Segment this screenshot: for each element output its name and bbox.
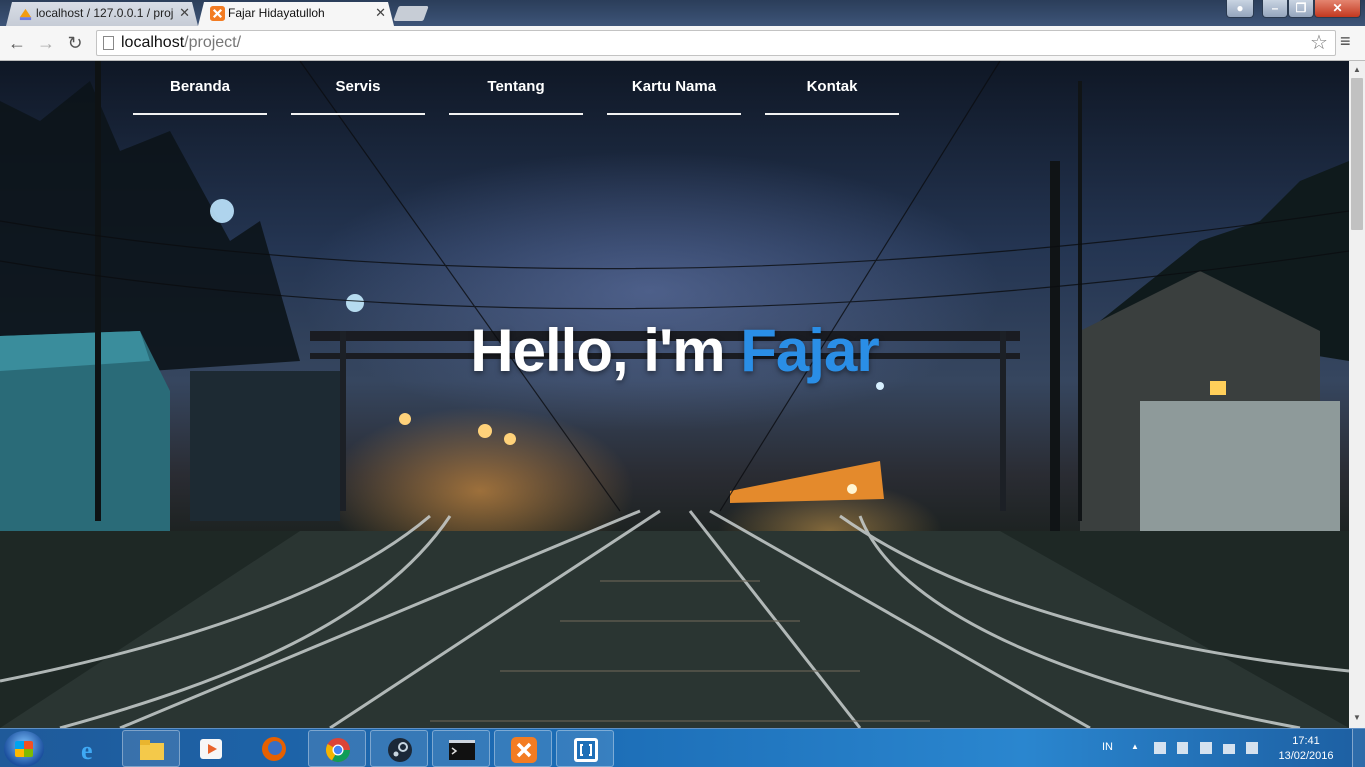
xampp-icon [210,6,225,21]
browser-titlebar: localhost / 127.0.0.1 / proj ✕ Fajar Hid… [0,0,1365,26]
svg-text:e: e [81,736,93,763]
hero-heading: Hello, i'm Fajar [0,316,1349,385]
reload-icon: ↻ [67,33,83,53]
taskbar-app-media[interactable] [182,730,240,767]
steam-icon [388,738,412,762]
nav-servis[interactable]: Servis [291,73,425,115]
chrome-menu-icon[interactable]: ≡ [1340,31,1351,52]
url-path: /project/ [184,34,242,51]
taskbar-app-ie[interactable]: e [62,730,120,767]
scroll-up-icon[interactable]: ▲ [1353,65,1361,74]
language-indicator[interactable]: IN [1102,741,1113,753]
forward-arrow-icon: → [37,33,55,53]
maximize-icon: ❐ [1295,1,1307,15]
taskbar-app-xampp[interactable] [494,730,552,767]
nav-tentang[interactable]: Tentang [449,73,583,115]
chrome-icon [325,738,350,763]
back-button[interactable]: ← [5,32,29,54]
clock-time: 17:41 [1292,735,1320,747]
site-nav: Beranda Servis Tentang Kartu Nama Kontak [133,73,899,115]
scroll-down-icon[interactable]: ▼ [1353,713,1361,722]
user-icon: ● [1236,1,1244,15]
close-icon: ✕ [1332,1,1343,15]
nav-beranda[interactable]: Beranda [133,73,267,115]
hero-prefix: Hello, i'm [470,317,741,384]
device-icon[interactable] [1200,742,1212,754]
browser-toolbar: ← → ↻ localhost/project/ ☆ ≡ [0,26,1365,61]
hero-name: Fajar [740,317,879,384]
file-explorer-icon [140,740,164,760]
taskbar-clock[interactable]: 17:41 13/02/2016 [1278,734,1334,764]
tab-title: localhost / 127.0.0.1 / proj [36,6,174,20]
tab-fajar[interactable]: Fajar Hidayatulloh ✕ [198,2,394,26]
new-tab-button[interactable] [393,6,429,21]
address-bar[interactable]: localhost/project/ [96,30,1336,56]
minimize-icon: – [1271,1,1279,15]
page-icon [103,36,114,50]
windows-logo-icon [15,741,33,757]
taskbar-app-brackets[interactable] [556,730,614,767]
minimize-button[interactable]: – [1262,0,1288,18]
firefox-icon [262,737,286,761]
page-viewport: Beranda Servis Tentang Kartu Nama Kontak… [0,61,1349,728]
tab-phpmyadmin[interactable]: localhost / 127.0.0.1 / proj ✕ [6,2,198,26]
show-desktop-button[interactable] [1352,729,1365,767]
profile-button[interactable]: ● [1226,0,1254,18]
page-scrollbar[interactable]: ▲ ▼ [1349,61,1365,728]
back-arrow-icon: ← [8,33,26,53]
scroll-thumb[interactable] [1351,78,1363,230]
forward-button[interactable]: → [34,32,58,54]
bookmark-star-icon[interactable]: ☆ [1310,30,1328,55]
action-center-flag-icon[interactable] [1177,742,1188,754]
nav-kontak[interactable]: Kontak [765,73,899,115]
media-player-icon [200,739,222,759]
network-signal-icon[interactable] [1223,744,1235,754]
show-hidden-icons-icon[interactable]: ▲ [1131,742,1139,751]
windows-icon[interactable] [1154,742,1166,754]
reload-button[interactable]: ↻ [63,32,87,54]
tab-close-icon[interactable]: ✕ [179,2,190,24]
cmd-icon [449,740,475,760]
url-host: localhost [121,34,185,51]
taskbar-app-steam[interactable] [370,730,428,767]
xampp-icon [511,737,537,763]
maximize-button[interactable]: ❐ [1288,0,1314,18]
windows-taskbar: e IN ▲ 17:41 13/02/2016 [0,728,1365,767]
background-photo [0,61,1349,728]
brackets-icon [574,738,598,762]
start-button[interactable] [4,731,44,767]
close-window-button[interactable]: ✕ [1314,0,1361,18]
tab-title: Fajar Hidayatulloh [228,6,325,20]
phpmyadmin-icon [18,6,33,21]
ie-icon: e [81,736,93,763]
tab-close-icon[interactable]: ✕ [375,2,386,24]
nav-kartu-nama[interactable]: Kartu Nama [607,73,741,115]
taskbar-app-chrome[interactable] [308,730,366,767]
taskbar-app-cmd[interactable] [432,730,490,767]
taskbar-app-explorer[interactable] [122,730,180,767]
taskbar-app-firefox[interactable] [245,730,303,767]
url-text: localhost/project/ [121,34,241,52]
volume-icon[interactable] [1246,742,1258,754]
clock-date: 13/02/2016 [1278,750,1334,762]
